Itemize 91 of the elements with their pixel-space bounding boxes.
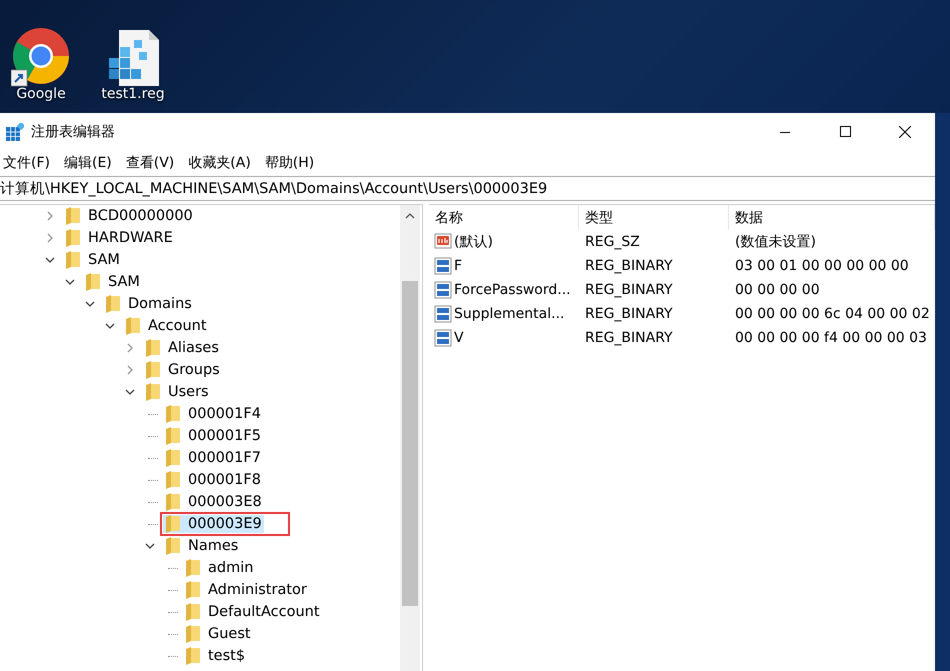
folder-icon xyxy=(146,361,160,379)
chevron-down-icon[interactable] xyxy=(145,541,155,551)
tree-item[interactable]: 000001F8 xyxy=(163,471,263,489)
tree-item[interactable]: Account xyxy=(123,317,209,335)
column-header[interactable]: 类型 xyxy=(579,205,729,230)
value-type: REG_SZ xyxy=(584,234,641,250)
folder-icon xyxy=(166,471,180,489)
column-header[interactable]: 数据 xyxy=(729,205,935,230)
tree-item[interactable]: Users xyxy=(143,383,211,401)
value-data: 00 00 00 00 xyxy=(734,282,821,298)
value-type: REG_BINARY xyxy=(584,282,674,298)
tree-item[interactable]: BCD00000000 xyxy=(63,207,195,225)
scrollbar-thumb[interactable] xyxy=(402,281,418,606)
tree-item[interactable]: 000001F4 xyxy=(163,405,263,423)
tree-item[interactable]: SAM xyxy=(63,251,122,269)
window-title: 注册表编辑器 xyxy=(31,122,115,140)
folder-icon xyxy=(186,581,200,599)
chevron-down-icon[interactable] xyxy=(45,255,55,265)
menu-item[interactable]: 收藏夹(A) xyxy=(187,154,252,172)
tree-item[interactable]: Administrator xyxy=(183,581,309,599)
chevron-down-icon[interactable] xyxy=(105,321,115,331)
value-name[interactable]: F xyxy=(454,258,462,274)
binary-value-icon xyxy=(434,329,452,347)
folder-icon xyxy=(186,603,200,621)
menu-item[interactable]: 帮助(H) xyxy=(264,154,316,172)
binary-value-icon xyxy=(434,257,452,275)
column-header[interactable]: 名称 xyxy=(429,205,579,230)
tree-item[interactable]: Aliases xyxy=(143,339,221,357)
folder-icon xyxy=(186,559,200,577)
menu-item[interactable]: 文件(F) xyxy=(2,154,51,172)
value-name[interactable]: ForcePassword... xyxy=(454,282,571,298)
folder-icon xyxy=(166,449,180,467)
value-type: REG_BINARY xyxy=(584,306,674,322)
chevron-down-icon[interactable] xyxy=(65,277,75,287)
folder-icon xyxy=(166,537,180,555)
folder-icon xyxy=(126,317,140,335)
folder-icon xyxy=(186,647,200,665)
chevron-down-icon[interactable] xyxy=(125,387,135,397)
folder-icon xyxy=(106,295,120,313)
chevron-right-icon[interactable] xyxy=(45,211,55,221)
menu-item[interactable]: 编辑(E) xyxy=(62,154,113,172)
tree-item[interactable]: 000003E8 xyxy=(163,493,264,511)
folder-icon xyxy=(166,427,180,445)
binary-value-icon xyxy=(434,281,452,299)
tree-item[interactable]: Guest xyxy=(183,625,253,643)
value-name[interactable]: V xyxy=(454,330,464,346)
chevron-down-icon[interactable] xyxy=(85,299,95,309)
close-icon xyxy=(899,126,911,138)
value-data: 00 00 00 00 6c 04 00 00 02 xyxy=(734,306,931,322)
scrollbar[interactable] xyxy=(400,205,420,671)
chevron-right-icon[interactable] xyxy=(125,343,135,353)
binary-value-icon xyxy=(434,305,452,323)
folder-icon xyxy=(66,229,80,247)
folder-icon xyxy=(186,625,200,643)
value-type: REG_BINARY xyxy=(584,330,674,346)
value-name[interactable]: Supplemental... xyxy=(454,306,564,322)
tree-item[interactable]: Names xyxy=(163,537,240,555)
folder-icon xyxy=(86,273,100,291)
tree-item[interactable]: 000001F7 xyxy=(163,449,263,467)
value-data: (数值未设置) xyxy=(734,233,817,251)
maximize-icon xyxy=(840,126,850,137)
tree-item[interactable]: 000001F5 xyxy=(163,427,263,445)
chevron-right-icon[interactable] xyxy=(125,365,135,375)
registry-app-icon xyxy=(6,122,24,140)
folder-icon xyxy=(166,493,180,511)
desktop-icon-label[interactable]: Google xyxy=(16,86,66,102)
scroll-up-icon[interactable] xyxy=(405,213,415,219)
value-data: 00 00 00 00 f4 00 00 00 03 xyxy=(734,330,928,346)
tree-item[interactable]: 000003E9 xyxy=(163,515,264,533)
tree-item[interactable]: Domains xyxy=(103,295,194,313)
tree-item[interactable]: DefaultAccount xyxy=(183,603,322,621)
tree-item[interactable]: Groups xyxy=(143,361,222,379)
browser-icon[interactable] xyxy=(11,28,71,88)
folder-icon xyxy=(146,383,160,401)
folder-icon xyxy=(166,405,180,423)
folder-icon xyxy=(166,515,180,533)
desktop-icon-label[interactable]: test1.reg xyxy=(101,86,165,102)
value-name[interactable]: (默认) xyxy=(454,233,493,251)
value-type: REG_BINARY xyxy=(584,258,674,274)
address-field[interactable]: 计算机\HKEY_LOCAL_MACHINE\SAM\SAM\Domains\Account\Users\000003E9 xyxy=(0,176,935,201)
tree-item[interactable]: admin xyxy=(183,559,256,577)
tree-item[interactable]: HARDWARE xyxy=(63,229,175,247)
string-value-icon xyxy=(434,233,452,251)
folder-icon xyxy=(146,339,160,357)
chevron-right-icon[interactable] xyxy=(45,233,55,243)
menu-item[interactable]: 查看(V) xyxy=(124,154,176,172)
tree-item[interactable]: test$ xyxy=(183,647,248,665)
value-data: 03 00 01 00 00 00 00 00 xyxy=(734,258,910,274)
tree-item[interactable]: SAM xyxy=(83,273,142,291)
folder-icon xyxy=(66,207,80,225)
folder-icon xyxy=(66,251,80,269)
